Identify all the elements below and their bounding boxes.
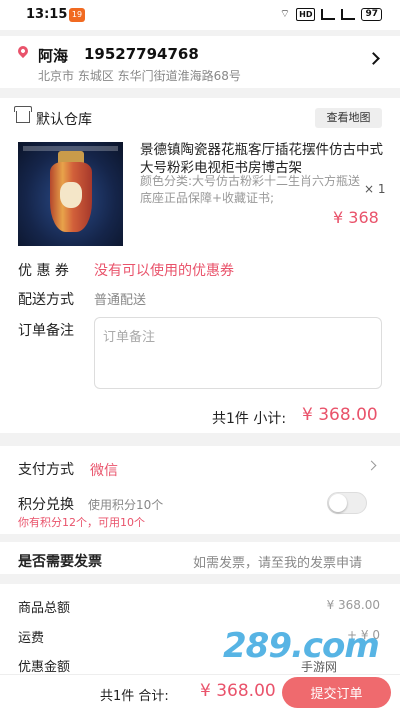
- points-hint: 使用积分10个: [88, 498, 164, 512]
- signal-icon: [321, 8, 336, 20]
- status-bar: 13:15 19 ⌔ HD 97: [0, 0, 400, 30]
- invoice-label: 是否需要发票: [18, 554, 102, 570]
- store-icon: [14, 106, 32, 123]
- product-quantity: × 1: [364, 182, 386, 196]
- goods-total-value: ¥ 368.00: [326, 598, 380, 612]
- subtotal-amount: ¥ 368.00: [302, 405, 378, 425]
- goods-total-label: 商品总额: [18, 601, 71, 616]
- address-card[interactable]: 阿海 19527794768 北京市 东城区 东华门街道淮海路68号: [0, 36, 400, 88]
- address-detail: 北京市 东城区 东华门街道淮海路68号: [38, 69, 241, 83]
- watermark-logo: 289.com 手游网: [223, 626, 380, 674]
- chevron-right-icon[interactable]: [367, 52, 380, 65]
- hd-icon: HD: [296, 7, 316, 21]
- location-pin-icon: [15, 43, 31, 59]
- product-title[interactable]: 景德镇陶瓷器花瓶客厅插花摆件仿古中式大号粉彩电视柜书房博古架: [140, 141, 385, 177]
- payment-method-value[interactable]: 微信: [90, 460, 118, 480]
- points-label: 积分兑换: [18, 497, 74, 513]
- invoice-hint: 如需发票，请至我的发票申请: [193, 556, 363, 571]
- product-spec: 颜色分类:大号仿古粉彩十二生肖六方瓶送底座正品保障+收藏证书;: [140, 174, 361, 205]
- watermark-subtext: 手游网: [301, 660, 338, 674]
- status-icons: ⌔ HD 97: [280, 7, 382, 21]
- battery-icon: 97: [361, 7, 382, 21]
- submit-order-button[interactable]: 提交订单: [282, 677, 391, 708]
- points-available: 你有积分12个，可用10个: [18, 516, 145, 529]
- store-name: 默认仓库: [36, 112, 92, 128]
- total-label: 共1件 合计:: [100, 689, 169, 704]
- delivery-value[interactable]: 普通配送: [94, 289, 146, 308]
- signal-icon-2: [341, 8, 356, 20]
- view-map-button[interactable]: 查看地图: [315, 108, 382, 128]
- recipient-name: 阿海: [38, 47, 69, 65]
- points-toggle[interactable]: [327, 492, 367, 514]
- delivery-label: 配送方式: [18, 292, 74, 308]
- recipient-phone: 19527794768: [84, 45, 199, 63]
- subtotal-label: 共1件 小计:: [212, 411, 287, 427]
- coupon-label: 优 惠 券: [18, 263, 69, 279]
- product-price: ¥ 368: [333, 208, 379, 227]
- note-label: 订单备注: [18, 323, 74, 339]
- toggle-knob: [329, 494, 347, 512]
- order-note-input[interactable]: [94, 317, 382, 389]
- payment-label: 支付方式: [18, 462, 74, 478]
- shipping-label: 运费: [18, 631, 45, 646]
- total-amount: ¥ 368.00: [200, 681, 276, 701]
- discount-label: 优惠金额: [18, 660, 71, 675]
- product-image[interactable]: [18, 142, 123, 246]
- app-notification-icon: 19: [69, 8, 85, 22]
- status-time: 13:15: [26, 7, 68, 22]
- wifi-icon: ⌔: [279, 7, 291, 20]
- coupon-value[interactable]: 没有可以使用的优惠券: [94, 260, 234, 280]
